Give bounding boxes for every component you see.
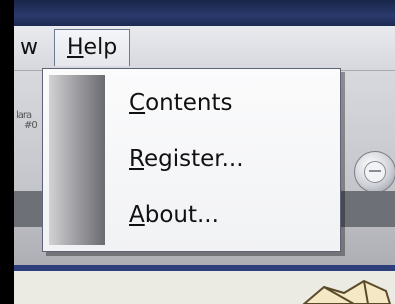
menu-item-view-partial[interactable]: w bbox=[14, 26, 46, 70]
zoom-dial-mark bbox=[369, 170, 381, 172]
toolbar-text-fragment: lara #0 bbox=[16, 111, 38, 131]
register-label-rest: egister... bbox=[143, 146, 244, 172]
contents-accel: C bbox=[129, 90, 146, 116]
contents-label-rest: ontents bbox=[145, 90, 233, 116]
toolbar-text-fragment-2: #0 bbox=[24, 120, 38, 131]
help-accel: H bbox=[67, 35, 84, 60]
menu-item-contents[interactable]: Contents bbox=[129, 83, 232, 123]
register-accel: R bbox=[129, 146, 144, 172]
about-label-rest: bout... bbox=[144, 202, 219, 228]
menu-icon-gutter bbox=[49, 75, 105, 245]
zoom-dial-face bbox=[364, 161, 386, 183]
about-accel: A bbox=[129, 202, 145, 228]
zoom-dial-icon[interactable] bbox=[354, 151, 395, 193]
menu-item-about[interactable]: About... bbox=[129, 195, 219, 235]
menu-bar: w Help bbox=[14, 26, 395, 71]
document-graphic-icon bbox=[302, 279, 392, 304]
document-area bbox=[14, 271, 395, 304]
help-label-rest: elp bbox=[83, 35, 118, 60]
menu-item-help[interactable]: Help bbox=[54, 29, 131, 66]
menu-item-register[interactable]: Register... bbox=[129, 139, 244, 179]
help-dropdown-menu: Contents Register... About... bbox=[42, 68, 341, 252]
window-title-bar bbox=[14, 0, 395, 26]
